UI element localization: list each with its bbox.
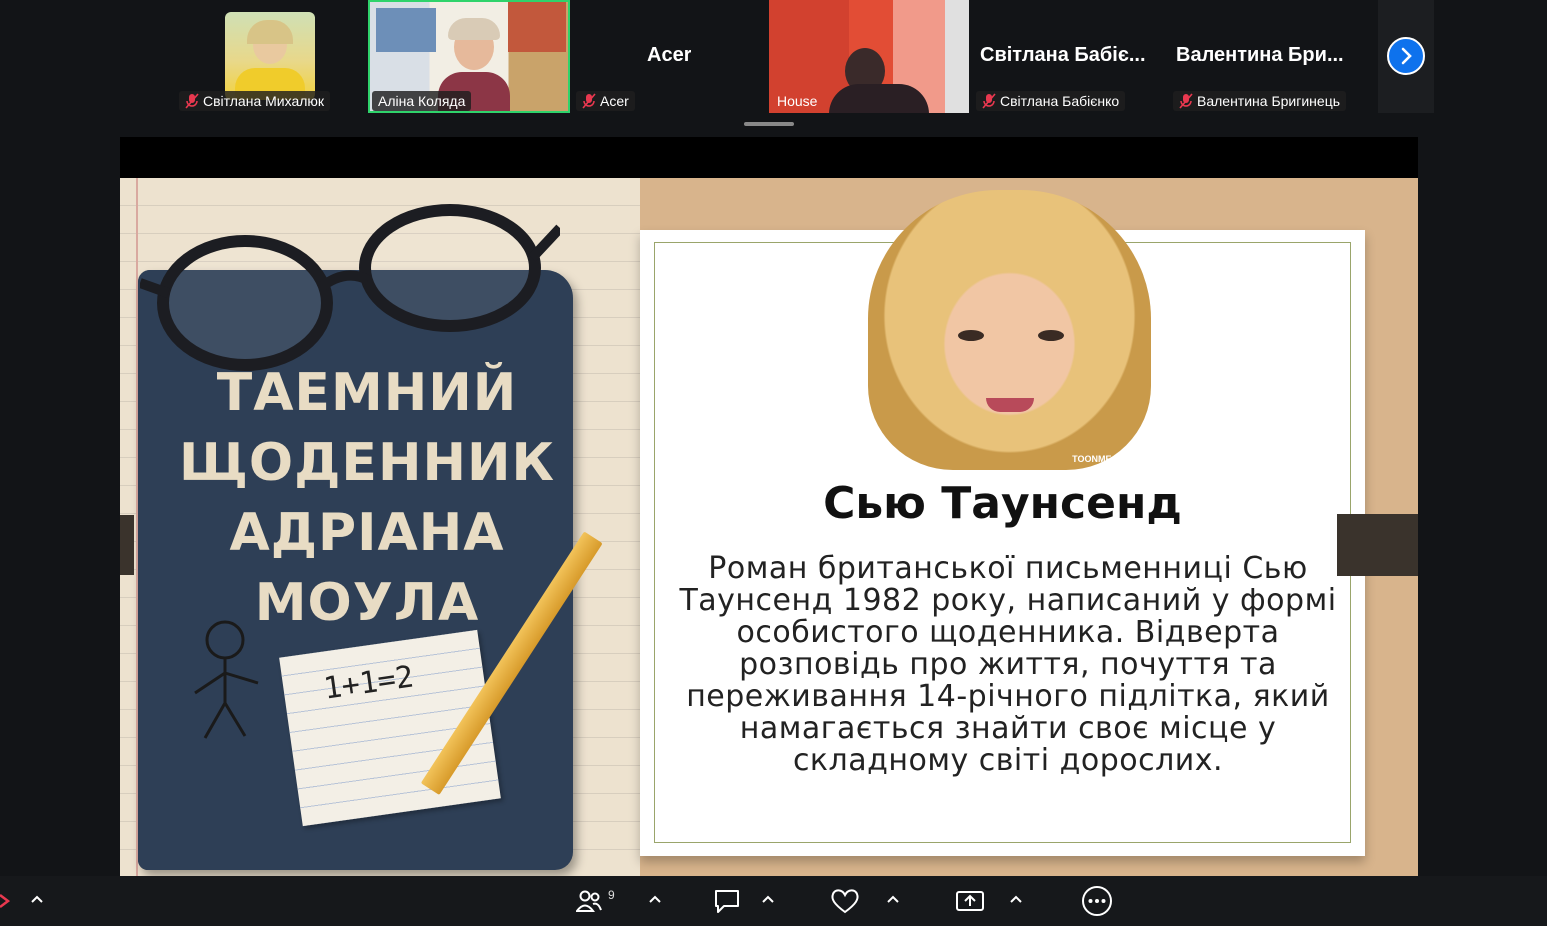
muted-mic-icon [185, 93, 199, 109]
note-formula: 1+1=2 [321, 659, 416, 707]
reactions-button[interactable] [830, 876, 860, 926]
mic-icon [0, 894, 10, 908]
chevron-up-icon [762, 895, 774, 903]
participants-count: 9 [608, 888, 615, 902]
participant-video [225, 12, 315, 100]
muted-mic-icon [1179, 93, 1193, 109]
participants-options-caret[interactable] [647, 891, 663, 907]
portrait-watermark: TOONME.COM [1072, 454, 1135, 464]
participant-name-label: Acer [576, 91, 635, 111]
participant-tile[interactable]: Світлана Михалюк [175, 0, 360, 113]
author-name: Сью Таунсенд [823, 478, 1182, 529]
participant-name-label: Аліна Коляда [372, 91, 472, 111]
chevron-up-icon [1010, 895, 1022, 903]
participants-icon [576, 890, 602, 912]
participant-name-label: House [777, 93, 818, 109]
chat-options-caret[interactable] [760, 891, 776, 907]
share-screen-icon [956, 891, 984, 911]
presentation-slide: ТАЕМНИЙ ЩОДЕННИК АДРІАНА МОУЛА 1+1=2 TOO… [120, 178, 1418, 876]
more-icon [1082, 886, 1112, 916]
chevron-up-icon [649, 895, 661, 903]
next-page-button[interactable] [1387, 37, 1425, 75]
muted-mic-icon [982, 93, 996, 109]
audio-options-caret[interactable] [29, 891, 45, 907]
strip-resize-handle[interactable] [744, 122, 794, 126]
participant-tile[interactable]: Світлана Бабіє... Світлана Бабієнко [972, 0, 1167, 113]
author-portrait: TOONME.COM [868, 190, 1151, 470]
participant-display-name: Світлана Бабіє... [980, 44, 1146, 66]
chat-icon [715, 890, 739, 913]
chevron-right-icon [1401, 47, 1412, 65]
book-title: ТАЕМНИЙ ЩОДЕННИК АДРІАНА МОУЛА [178, 363, 556, 633]
shared-screen: ТАЕМНИЙ ЩОДЕННИК АДРІАНА МОУЛА 1+1=2 TOO… [120, 137, 1418, 876]
chevron-up-icon [31, 895, 43, 903]
reactions-options-caret[interactable] [885, 891, 901, 907]
book-description: Роман британської письменниці Сью Таунсе… [679, 551, 1337, 778]
share-screen-button[interactable] [955, 876, 985, 926]
participant-name-label: Світлана Бабієнко [976, 91, 1126, 111]
participant-tile[interactable]: Валентина Бри... Валентина Бригинець [1169, 0, 1369, 113]
muted-mic-icon [582, 93, 596, 109]
share-options-caret[interactable] [1008, 891, 1024, 907]
chevron-up-icon [887, 895, 899, 903]
meeting-toolbar: 9 [0, 876, 1547, 926]
participant-name-label: Світлана Михалюк [179, 91, 331, 111]
participant-tile-active-speaker[interactable]: Аліна Коляда [368, 0, 570, 113]
glasses-illustration [140, 204, 560, 371]
participant-tile[interactable]: Acer Acer [572, 0, 767, 113]
stick-figure-doodle [194, 620, 259, 739]
participant-tile[interactable]: House [769, 0, 969, 113]
slide-tab-left [120, 515, 134, 575]
more-button[interactable] [1081, 876, 1113, 926]
participant-display-name: Валентина Бри... [1176, 44, 1344, 66]
slide-left-panel: ТАЕМНИЙ ЩОДЕННИК АДРІАНА МОУЛА 1+1=2 [120, 178, 640, 876]
chat-button[interactable] [713, 876, 741, 926]
mute-button[interactable] [0, 876, 10, 926]
heart-icon [831, 889, 859, 914]
participants-button[interactable]: 9 [576, 876, 615, 926]
participant-display-name: Acer [647, 44, 692, 66]
participant-name-label: Валентина Бригинець [1173, 91, 1347, 111]
